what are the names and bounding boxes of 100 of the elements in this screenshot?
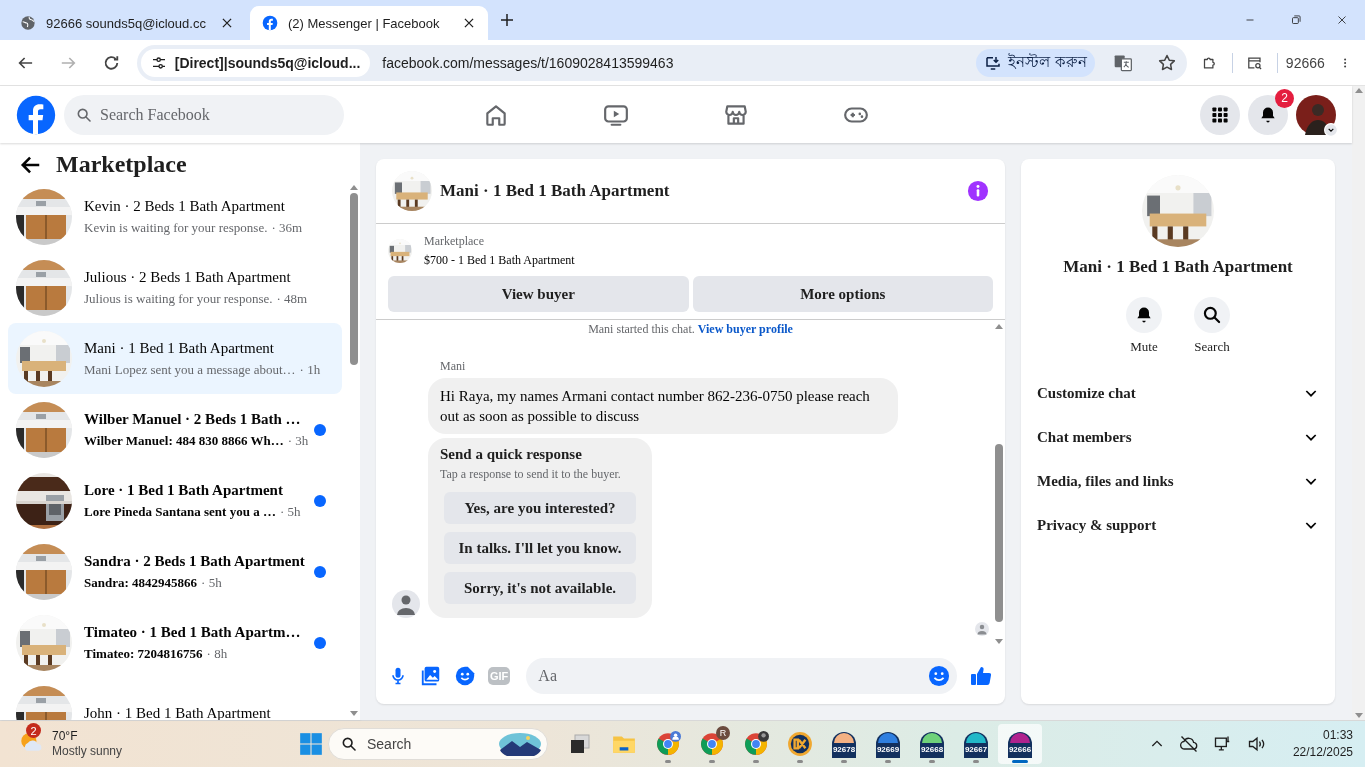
person-avatar-icon[interactable] — [392, 590, 420, 618]
clock[interactable]: 01:33 22/12/2025 — [1292, 727, 1353, 761]
action-button[interactable] — [1194, 297, 1230, 333]
temperature-text: 70°F — [52, 729, 79, 744]
emoji-icon[interactable] — [928, 665, 950, 687]
info-icon[interactable] — [967, 180, 989, 202]
plus-icon[interactable] — [498, 11, 516, 29]
tune-icon — [150, 54, 167, 71]
photo-icon[interactable] — [420, 665, 442, 687]
conversation-preview: Sandra: 4842945866 — [84, 574, 198, 591]
page-scrollbar[interactable] — [1352, 86, 1365, 720]
conversation-item[interactable]: Julious · 2 Beds 1 Bath Apartment Julious is waiting for your response. · 48m — [8, 252, 342, 323]
close-icon[interactable] — [220, 16, 234, 30]
quick-reply-button[interactable]: Yes, are you interested? — [444, 492, 636, 524]
details-title: Mani · 1 Bed 1 Bath Apartment — [1063, 257, 1293, 277]
ix-icon — [830, 730, 858, 758]
scroll-down-icon[interactable] — [994, 638, 1004, 646]
listing-button[interactable]: View buyer — [388, 276, 689, 312]
conversation-preview: Kevin is waiting for your response. — [84, 219, 268, 236]
conversation-item[interactable]: Kevin · 2 Beds 1 Bath Apartment Kevin is waiting for your response. · 36m — [8, 181, 342, 252]
conversation-title: Mani · 1 Bed 1 Bath Apartment — [84, 339, 275, 357]
profile-link[interactable]: View buyer profile — [697, 322, 793, 336]
taskbar-app[interactable]: 92668 — [910, 724, 954, 764]
scroll-up-icon[interactable] — [994, 322, 1004, 330]
action-label: Mute — [1130, 339, 1158, 355]
taskbar-app[interactable]: 92667 — [954, 724, 998, 764]
ix-icon — [1006, 730, 1034, 758]
action-button[interactable] — [1126, 297, 1162, 333]
taskbar-app[interactable]: R — [690, 724, 734, 764]
notifications-button[interactable] — [1248, 94, 1288, 135]
chrome-icon — [743, 731, 769, 757]
globe-icon — [20, 15, 36, 31]
taskbar-app[interactable]: 92666 — [998, 724, 1042, 764]
action-label: Search — [1194, 339, 1230, 355]
scrollbar-thumb[interactable] — [350, 193, 358, 365]
conversation-item[interactable]: Mani · 1 Bed 1 Bath Apartment Mani Lopez sent you a message about… · 1h — [8, 323, 342, 394]
sender-name: Mani — [440, 359, 466, 374]
listing-title: $700 - 1 Bed 1 Bath Apartment — [424, 253, 575, 268]
volume-icon[interactable] — [1246, 734, 1267, 754]
chrome-icon — [699, 731, 725, 757]
quick-reply-button[interactable]: Sorry, it's not available. — [444, 572, 636, 604]
conversation-item[interactable]: Wilber Manuel · 2 Beds 1 Bath … Wilber Manuel: 484 830 8866 Wh… · 3h — [8, 394, 342, 465]
time-text: 01:33 — [1322, 727, 1353, 744]
conversation-title: Kevin · 2 Beds 1 Bath Apartment — [84, 197, 286, 215]
search-icon — [1202, 305, 1222, 325]
facebook-logo-icon[interactable] — [16, 94, 56, 135]
section-header[interactable]: Privacy & support — [1029, 503, 1327, 547]
thumbs-up-icon[interactable] — [969, 664, 993, 688]
url-text: facebook.com/messages/t/1609028413599463 — [382, 54, 674, 71]
chat-title: Mani · 1 Bed 1 Bath Apartment — [440, 181, 671, 201]
conversation-item[interactable]: Sandra · 2 Beds 1 Bath Apartment Sandra: 4842945866 · 5h — [8, 536, 342, 607]
conversation-time: · 48m — [276, 290, 308, 307]
conversation-time: · 5h — [201, 574, 222, 591]
taskbar-app[interactable]: 92669 — [866, 724, 910, 764]
conversation-preview: Julious is waiting for your response. — [84, 290, 273, 307]
conversation-item[interactable]: Lore · 1 Bed 1 Bath Apartment Lore Pineda Santana sent you a … · 5h — [8, 465, 342, 536]
message-bubble: Hi Raya, my names Armani contact number 862-236-0750 please reach out as soon as possible to discuss — [428, 378, 898, 434]
weather-badge: 2 — [26, 723, 41, 738]
conversation-item[interactable]: Timateo · 1 Bed 1 Bath Apartm… Timateo: 7204816756 · 8h — [8, 607, 342, 678]
cloud-off-icon[interactable] — [1178, 734, 1199, 754]
unread-dot — [314, 565, 326, 578]
listing-button[interactable]: More options — [692, 276, 993, 312]
notification-badge: 2 — [1275, 88, 1294, 108]
conversation-time: · 3h — [287, 432, 309, 449]
ix-icon — [962, 730, 990, 758]
scrollbar-thumb[interactable] — [995, 444, 1003, 622]
conversation-preview: Mani Lopez sent you a message about… — [84, 361, 296, 378]
scroll-down-icon[interactable] — [349, 710, 359, 718]
message-field[interactable]: Aa — [526, 658, 957, 694]
profile-button[interactable]: 92666 — [1285, 54, 1325, 71]
browser-tab[interactable]: 92666 sounds5q@icloud.cc — [8, 6, 246, 40]
install-app-chip[interactable]: ইনস্টল করুন — [975, 48, 1095, 77]
chat-notice: Mani started this chat. View buyer profile — [587, 322, 794, 337]
windows-icon[interactable] — [298, 731, 324, 757]
app-label: 92667 — [964, 745, 988, 754]
conversation-preview: Wilber Manuel: 484 830 8866 Wh… — [84, 432, 284, 449]
section-header[interactable]: Customize chat — [1029, 371, 1327, 415]
avatar-icon[interactable] — [1296, 94, 1336, 135]
site-info-chip[interactable]: [Direct]|sounds5q@icloud... — [140, 48, 371, 77]
search-field[interactable]: Search Facebook — [64, 94, 344, 135]
conversation-time: · 5h — [279, 503, 301, 520]
close-icon[interactable] — [462, 16, 476, 30]
conversation-title: Wilber Manuel · 2 Beds 1 Bath … — [84, 410, 302, 428]
section-header[interactable]: Media, files and links — [1029, 459, 1327, 503]
browser-tab[interactable]: (2) Messenger | Facebook — [250, 6, 488, 40]
conversation-preview: Lore Pineda Santana sent you a … — [84, 503, 276, 520]
address-bar[interactable]: [Direct]|sounds5q@icloud... facebook.com/messages/t/1609028413599463 ইনস্টল করুন — [136, 44, 1187, 81]
quick-reply-button[interactable]: In talks. I'll let you know. — [444, 532, 636, 564]
ix-icon — [787, 731, 813, 757]
section-header[interactable]: Chat members — [1029, 415, 1327, 459]
scroll-up-icon[interactable] — [349, 183, 359, 191]
search-icon — [341, 736, 357, 752]
facebook-icon — [262, 15, 278, 31]
taskbar-app[interactable]: 92678 — [822, 724, 866, 764]
date-text: 22/12/2025 — [1292, 744, 1353, 761]
menu-button[interactable] — [1200, 94, 1240, 135]
listing-label: Marketplace — [424, 234, 485, 249]
sticker-icon[interactable] — [454, 665, 476, 687]
mountain-icon — [498, 732, 542, 756]
app-label: 92668 — [920, 745, 944, 754]
